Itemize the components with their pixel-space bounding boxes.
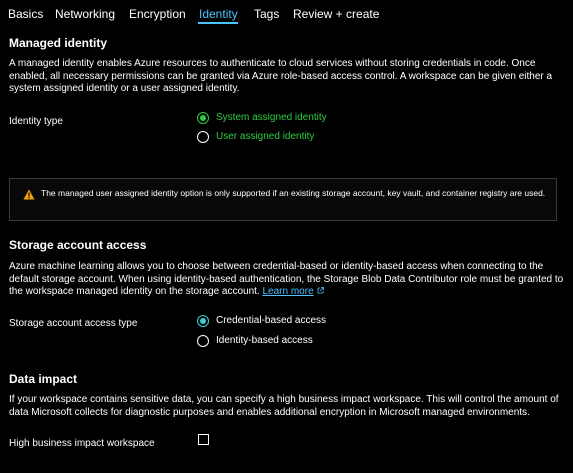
radio-identity-based-access[interactable]: Identity-based access bbox=[197, 334, 313, 348]
radio-user-assigned-identity[interactable]: User assigned identity bbox=[197, 130, 314, 144]
warning-icon bbox=[23, 189, 35, 200]
hbi-workspace-checkbox[interactable] bbox=[198, 434, 209, 445]
tab-review-create[interactable]: Review + create bbox=[293, 7, 379, 21]
warning-text: The managed user assigned identity optio… bbox=[41, 188, 546, 198]
hbi-workspace-label: High business impact workspace bbox=[9, 438, 155, 449]
managed-identity-heading: Managed identity bbox=[9, 36, 108, 50]
learn-more-link[interactable]: Learn more bbox=[263, 286, 314, 297]
radio-selected-icon bbox=[197, 315, 209, 327]
data-impact-description: If your workspace contains sensitive dat… bbox=[9, 394, 559, 418]
radio-system-assigned-identity[interactable]: System assigned identity bbox=[197, 111, 327, 125]
tab-networking[interactable]: Networking bbox=[55, 7, 115, 21]
identity-type-label: Identity type bbox=[9, 116, 63, 127]
tab-tags[interactable]: Tags bbox=[254, 7, 279, 21]
managed-identity-description: A managed identity enables Azure resourc… bbox=[9, 58, 553, 95]
storage-access-type-label: Storage account access type bbox=[9, 318, 138, 329]
radio-label: Credential-based access bbox=[216, 315, 327, 326]
tab-identity[interactable]: Identity bbox=[199, 7, 238, 21]
radio-unselected-icon bbox=[197, 335, 209, 347]
radio-label: Identity-based access bbox=[216, 335, 313, 346]
storage-access-description: Azure machine learning allows you to cho… bbox=[9, 261, 564, 299]
tab-bar: Basics Networking Encryption Identity Ta… bbox=[0, 0, 573, 30]
storage-account-access-heading: Storage account access bbox=[9, 238, 147, 252]
warning-message-box: The managed user assigned identity optio… bbox=[9, 178, 557, 221]
radio-credential-based-access[interactable]: Credential-based access bbox=[197, 314, 326, 328]
data-impact-heading: Data impact bbox=[9, 372, 78, 386]
tab-encryption[interactable]: Encryption bbox=[129, 7, 186, 21]
radio-selected-icon bbox=[197, 112, 209, 124]
radio-label: System assigned identity bbox=[216, 112, 327, 123]
radio-unselected-icon bbox=[197, 131, 209, 143]
tab-basics[interactable]: Basics bbox=[8, 7, 43, 21]
external-link-icon bbox=[317, 287, 324, 294]
active-tab-indicator bbox=[198, 22, 238, 24]
radio-label: User assigned identity bbox=[216, 131, 315, 142]
